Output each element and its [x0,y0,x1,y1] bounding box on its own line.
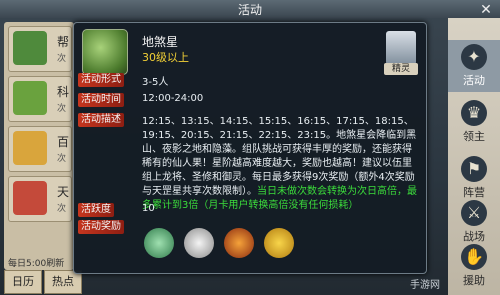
scroll-icon [13,131,47,165]
right-sidebar: ✦ 活动 ♛ 领主 ⚑ 阵营 ⚔ 战场 ✋ 援助 [448,18,500,295]
list-item-sub: 次 [57,154,67,164]
tab-label: 活动 [463,74,485,87]
list-item[interactable]: 科 次 [8,76,72,122]
value-time: 12:00-24:00 [142,93,204,104]
label-time: 活动时间 [78,93,124,107]
fire-reward-icon[interactable] [224,228,254,258]
list-item-sub: 次 [57,54,67,64]
fruit-reward-icon[interactable] [264,228,294,258]
value-format: 3-5人 [142,77,169,88]
lord-icon: ♛ [461,100,487,126]
leaf-icon [82,29,128,75]
activity-detail-popup: 地煞星 30级以上 精灵 活动形式 3-5人 活动时间 12:00-24:00 … [73,22,427,274]
list-item-label: 百 [57,135,70,149]
description: 12:15、13:15、14:15、15:15、16:15、17:15、18:1… [142,115,418,213]
tab-label: 援助 [463,274,485,287]
npc-label: 精灵 [384,63,418,75]
activity-icon [13,31,47,65]
close-icon[interactable]: ✕ [476,2,496,18]
tab-label: 领主 [463,130,485,143]
level-requirement: 30级以上 [142,51,189,64]
activity-icon: ✦ [461,44,487,70]
description-text: 12:15、13:15、14:15、15:15、16:15、17:15、18:1… [142,116,417,197]
label-format: 活动形式 [78,73,124,87]
activity-icon [13,81,47,115]
list-item[interactable]: 百 次 [8,126,72,172]
watermark: 手游网 [410,280,440,291]
label-reward: 活动奖励 [78,220,124,234]
tab-activity[interactable]: ✦ 活动 [448,40,500,92]
label-description: 活动描述 [78,113,124,127]
label-activity: 活跃度 [78,203,114,217]
aid-icon: ✋ [461,244,487,270]
exp-reward-icon[interactable] [144,228,174,258]
value-activity: 10 [142,203,155,214]
list-item-sub: 次 [57,104,67,114]
tab-aid[interactable]: ✋ 援助 [448,240,500,292]
tab-lord[interactable]: ♛ 领主 [448,96,500,148]
list-item[interactable]: 天 次 [8,176,72,222]
silver-reward-icon[interactable] [184,228,214,258]
tab-calendar[interactable]: 日历 [4,270,42,294]
camp-icon: ⚑ [461,156,487,182]
activity-name: 地煞星 [142,35,179,49]
refresh-note: 每日5:00刷新 [8,259,65,269]
list-item[interactable]: 帮 次 [8,26,72,72]
list-item-label: 帮 [57,35,70,49]
list-item-sub: 次 [57,204,67,214]
list-item-label: 科 [57,85,70,99]
list-item-label: 天 [57,185,70,199]
activity-icon [13,181,47,215]
battlefield-icon: ⚔ [461,200,487,226]
window-title: 活动 [237,3,262,17]
npc-avatar [386,31,416,65]
